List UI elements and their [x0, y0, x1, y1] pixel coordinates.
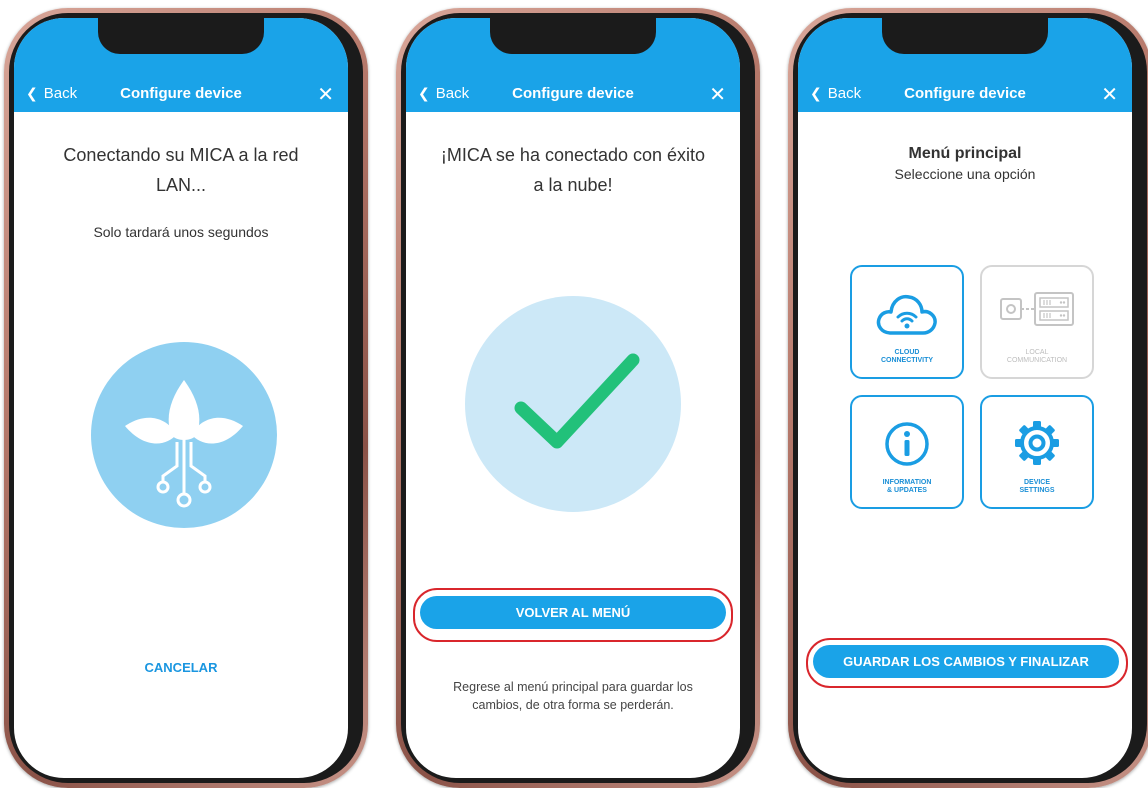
connecting-heading: Conectando su MICA a la red LAN... [63, 145, 299, 195]
nav-title: Configure device [512, 85, 634, 102]
screen-success: ❮ Back Configure device ✕ ¡MICA se ha co… [406, 18, 740, 778]
tile-label: CLOUD CONNECTIVITY [880, 349, 934, 364]
menu-title: Menú principal [908, 145, 1022, 162]
screen-main-menu: ❮ Back Configure device ✕ Menú principal… [798, 18, 1132, 778]
close-icon[interactable]: ✕ [1101, 82, 1118, 107]
tile-device-settings[interactable]: DEVICE SETTINGS [980, 395, 1094, 509]
tile-cloud-connectivity[interactable]: CLOUD CONNECTIVITY [850, 265, 964, 379]
cancel-button[interactable]: CANCELAR [14, 660, 348, 675]
save-and-finish-button[interactable]: GUARDAR LOS CAMBIOS Y FINALIZAR [813, 645, 1119, 678]
plant-circuit-icon [91, 342, 277, 528]
close-icon[interactable]: ✕ [709, 82, 726, 107]
notch [882, 18, 1048, 54]
info-icon [885, 422, 929, 466]
phone-frame-3: ❮ Back Configure device ✕ Menú principal… [788, 8, 1148, 788]
tile-local-communication: LOCAL COMMUNICATION [980, 265, 1094, 379]
tile-label: INFORMATION & UPDATES [882, 479, 932, 494]
tile-label: LOCAL COMMUNICATION [1006, 349, 1068, 364]
phone-frame-1: ❮ Back Configure device ✕ Conectando su … [4, 8, 368, 788]
checkmark-icon [465, 296, 681, 512]
back-to-menu-button[interactable]: VOLVER AL MENÚ [420, 596, 726, 629]
nav-title: Configure device [904, 85, 1026, 102]
nav-title: Configure device [120, 85, 242, 102]
notch [490, 18, 656, 54]
connecting-subtext: Solo tardará unos segundos [93, 224, 269, 240]
screen-connecting: ❮ Back Configure device ✕ Conectando su … [14, 18, 348, 778]
warning-note: Regrese al menú principal para guardar l… [453, 680, 693, 712]
tile-label: DEVICE SETTINGS [1019, 479, 1055, 494]
local-network-icon [1000, 292, 1074, 326]
menu-subtitle: Seleccione una opción [894, 166, 1036, 182]
notch [98, 18, 264, 54]
cloud-wifi-icon [876, 294, 937, 335]
success-heading: ¡MICA se ha conectado con éxito a la nub… [440, 145, 706, 195]
tile-information-updates[interactable]: INFORMATION & UPDATES [850, 395, 964, 509]
gear-icon [1015, 421, 1059, 465]
phone-frame-2: ❮ Back Configure device ✕ ¡MICA se ha co… [396, 8, 760, 788]
close-icon[interactable]: ✕ [317, 82, 334, 107]
